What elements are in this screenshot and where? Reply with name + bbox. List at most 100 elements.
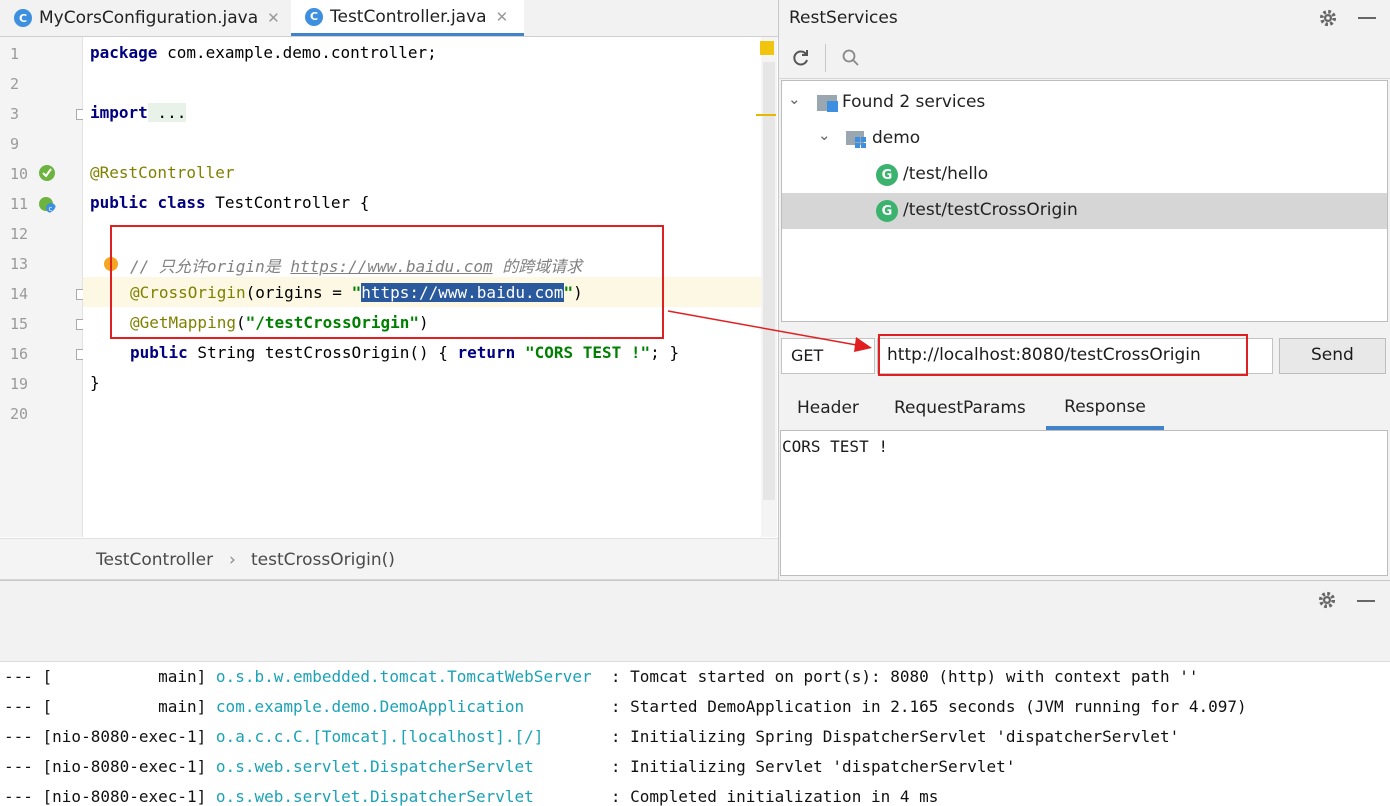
tab-mycorsconfiguration[interactable]: C MyCorsConfiguration.java ✕ [0,0,290,36]
line-number: 11 [10,195,29,213]
code-text: String testCrossOrigin() { [187,343,458,362]
run-console: --- [ main] o.s.b.w.embedded.tomcat.Tomc… [0,580,1390,806]
panel-title: RestServices [789,8,898,28]
keyword: public [130,343,188,362]
annotation: @RestController [90,163,235,182]
tree-root[interactable]: ⌄ Found 2 services [782,85,1387,121]
gear-icon[interactable] [1318,591,1336,609]
tree-endpoint[interactable]: G /test/hello [782,157,1387,193]
services-folder-icon [817,95,838,112]
line-number: 1 [10,45,20,63]
endpoint-label: /test/testCrossOrigin [903,200,1078,220]
log-message: : Initializing Servlet 'dispatcherServle… [601,757,1016,776]
toolbar-divider [825,44,826,72]
log-prefix: --- [ main] [4,667,216,686]
tab-testcontroller[interactable]: C TestController.java ✕ [291,0,524,36]
scrollbar-thumb[interactable] [763,62,775,500]
gear-icon[interactable] [1319,9,1337,27]
tab-header[interactable]: Header [797,388,859,428]
line-number: 16 [10,345,29,363]
line-number: 9 [10,135,20,153]
editor-tab-bar: C MyCorsConfiguration.java ✕ C TestContr… [0,0,778,37]
send-button[interactable]: Send [1279,338,1386,374]
minimize-icon[interactable] [1357,600,1375,602]
log-prefix: --- [ main] [4,697,216,716]
log-message: : Started DemoApplication in 2.165 secon… [601,697,1247,716]
folded-imports[interactable]: ... [147,103,187,122]
breadcrumb-method[interactable]: testCrossOrigin() [251,550,395,570]
line-number: 14 [10,285,29,303]
tab-label: MyCorsConfiguration.java [39,8,259,28]
line-number: 12 [10,225,29,243]
tree-root-label: Found 2 services [842,92,986,112]
get-method-icon: G [876,164,898,186]
close-icon[interactable]: ✕ [496,8,509,26]
log-message: : Tomcat started on port(s): 8080 (http)… [601,667,1199,686]
log-line: --- [ main] o.s.b.w.embedded.tomcat.Tomc… [4,667,1198,686]
log-line: --- [nio-8080-exec-1] o.a.c.c.C.[Tomcat]… [4,727,1179,746]
log-message: : Initializing Spring DispatcherServlet … [601,727,1180,746]
search-icon[interactable] [841,48,861,68]
http-method-field[interactable]: GET [781,338,875,374]
spring-bean-icon[interactable] [38,164,56,182]
log-logger[interactable]: o.a.c.c.C.[Tomcat].[localhost].[/] [216,727,601,746]
class-icon: C [305,7,323,26]
services-tree[interactable]: ⌄ Found 2 services ⌄ demo G /test/hello … [781,80,1388,322]
string-literal: "CORS TEST !" [515,343,651,362]
module-folder-icon [846,131,866,148]
keyword: package [90,43,158,62]
log-logger[interactable]: com.example.demo.DemoApplication [216,697,601,716]
refresh-icon[interactable] [791,48,811,68]
breadcrumb-separator: › [229,550,236,570]
tab-response[interactable]: Response [1046,388,1164,430]
warning-marker-icon[interactable] [760,41,774,55]
minimize-icon[interactable] [1358,17,1376,19]
tree-module-label: demo [872,128,921,148]
line-number-gutter: 1 2 3 9 10 11 12 13 14 15 16 19 20 c [0,37,87,537]
highlight-box-url [878,334,1248,376]
tab-label: TestController.java [330,6,487,27]
endpoint-label: /test/hello [903,164,989,184]
line-number: 15 [10,315,29,333]
tree-endpoint-selected[interactable]: G /test/testCrossOrigin [782,193,1387,229]
code-text: TestController { [205,193,370,212]
get-method-icon: G [876,200,898,222]
log-prefix: --- [nio-8080-exec-1] [4,727,216,746]
breadcrumb-class[interactable]: TestController [96,550,213,570]
keyword: import [90,103,148,122]
warning-stripe[interactable] [756,114,776,116]
chevron-down-icon[interactable]: ⌄ [788,90,801,108]
tree-module[interactable]: ⌄ demo [782,121,1387,157]
log-line: --- [nio-8080-exec-1] o.s.web.servlet.Di… [4,757,1015,776]
close-icon[interactable]: ✕ [267,9,280,27]
line-number: 10 [10,165,29,183]
class-icon: C [14,9,32,27]
rest-services-panel: RestServices ⌄ Found 2 services ⌄ demo G… [778,0,1390,580]
tab-requestparams[interactable]: RequestParams [894,388,1026,428]
breadcrumb: TestController › testCrossOrigin() [0,538,778,580]
code-text: com.example.demo.controller; [157,43,437,62]
response-text: CORS TEST ! [782,437,888,456]
highlight-box-code [110,225,664,339]
svg-text:c: c [49,205,53,213]
keyword: class [157,193,206,212]
chevron-down-icon[interactable]: ⌄ [818,126,831,144]
http-method-value: GET [791,346,824,365]
line-number: 20 [10,405,29,423]
console-header [0,581,1390,662]
line-number: 2 [10,75,20,93]
log-logger[interactable]: o.s.b.w.embedded.tomcat.TomcatWebServer [216,667,601,686]
response-body[interactable]: CORS TEST ! [780,430,1388,576]
code-text: ; } [650,343,680,362]
send-label: Send [1311,345,1354,365]
code-text: } [90,373,100,392]
line-number: 3 [10,105,20,123]
spring-controller-icon[interactable]: c [38,195,56,213]
keyword: return [457,343,516,362]
log-line: --- [ main] com.example.demo.DemoApplica… [4,697,1247,716]
keyword: public [90,193,148,212]
line-number: 19 [10,375,29,393]
line-number: 13 [10,255,29,273]
log-logger[interactable]: o.s.web.servlet.DispatcherServlet [216,757,601,776]
rest-toolbar [779,40,1390,79]
